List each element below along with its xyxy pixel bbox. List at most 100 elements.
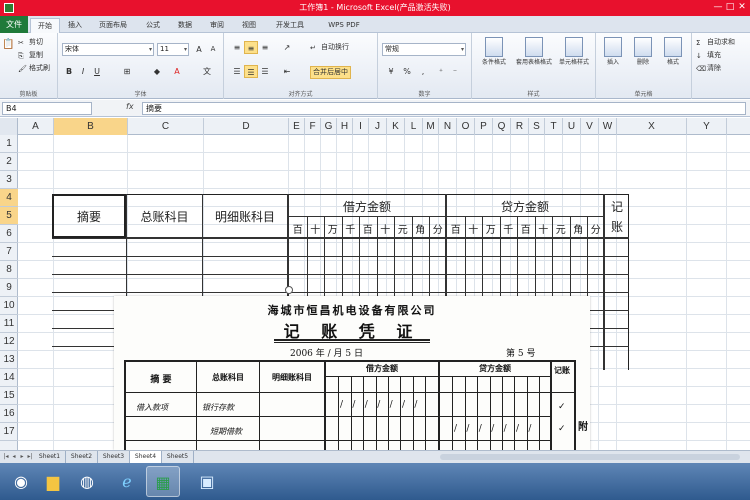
row-header-12[interactable]: 12: [0, 333, 18, 351]
grow-font-icon[interactable]: A: [192, 43, 206, 56]
name-box[interactable]: B4: [2, 102, 92, 115]
sheet-tab[interactable]: Sheet3: [98, 451, 130, 463]
border-icon[interactable]: ⊞: [120, 65, 134, 78]
decrease-decimal-icon[interactable]: ⁻: [448, 65, 462, 78]
minimize-button[interactable]: —: [712, 2, 724, 13]
row-header-17[interactable]: 17: [0, 423, 18, 441]
formula-input[interactable]: 摘要: [142, 102, 746, 115]
column-header-o[interactable]: O: [457, 118, 475, 135]
comma-icon[interactable]: ,: [416, 65, 430, 78]
cell-styles-button[interactable]: 单元格样式: [556, 37, 592, 85]
wrap-text-button[interactable]: ↵ 自动换行: [310, 42, 349, 53]
sheet-tab[interactable]: Sheet5: [162, 451, 194, 463]
row-header-10[interactable]: 10: [0, 297, 18, 315]
indent-icon[interactable]: ⇤: [280, 65, 294, 78]
column-header-g[interactable]: G: [321, 118, 337, 135]
tab-insert[interactable]: 插入: [62, 18, 88, 33]
row-header-9[interactable]: 9: [0, 279, 18, 297]
format-as-table-button[interactable]: 套用表格格式: [516, 37, 552, 85]
italic-icon[interactable]: I: [76, 65, 90, 78]
row-header-5[interactable]: 5: [0, 207, 18, 225]
delete-cells-button[interactable]: 删除: [628, 37, 658, 85]
row-header-2[interactable]: 2: [0, 153, 18, 171]
next-sheet-icon[interactable]: ▸: [18, 452, 26, 462]
clear-button[interactable]: ⌫清除: [696, 63, 721, 74]
column-header-s[interactable]: S: [529, 118, 545, 135]
row-header-6[interactable]: 6: [0, 225, 18, 243]
tab-data[interactable]: 数据: [172, 18, 198, 33]
fill-color-icon[interactable]: ◆: [150, 65, 164, 78]
select-all-corner[interactable]: [0, 118, 18, 135]
chrome-icon[interactable]: ◍: [70, 466, 104, 497]
align-top-icon[interactable]: ≡: [230, 41, 244, 54]
format-cells-button[interactable]: 格式: [658, 37, 688, 85]
insert-cells-button[interactable]: 插入: [598, 37, 628, 85]
prev-sheet-icon[interactable]: ◂: [10, 452, 18, 462]
merge-center-button[interactable]: 合并后居中: [310, 66, 351, 79]
align-right-icon[interactable]: ☰: [258, 65, 272, 78]
column-header-n[interactable]: N: [439, 118, 457, 135]
column-header-b[interactable]: B: [54, 118, 128, 135]
copy-button[interactable]: ⎘ 复制: [18, 50, 43, 61]
column-header-p[interactable]: P: [475, 118, 493, 135]
tab-review[interactable]: 审阅: [204, 18, 230, 33]
voucher-image[interactable]: 海城市恒昌机电设备有限公司 记 账 凭 证 2006 年 / 月 5 日 第 5…: [114, 296, 590, 450]
column-header-k[interactable]: K: [387, 118, 405, 135]
column-header-a[interactable]: A: [18, 118, 54, 135]
file-tab[interactable]: 文件: [0, 16, 28, 33]
fill-button[interactable]: ↓ 填充: [696, 50, 721, 61]
column-header-w[interactable]: W: [599, 118, 617, 135]
row-header-16[interactable]: 16: [0, 405, 18, 423]
autosum-button[interactable]: Σ 自动求和: [696, 37, 735, 48]
column-header-x[interactable]: X: [617, 118, 687, 135]
column-header-d[interactable]: D: [204, 118, 289, 135]
format-painter-button[interactable]: 🖌 格式刷: [18, 63, 50, 74]
row-header-1[interactable]: 1: [0, 135, 18, 153]
column-header-i[interactable]: I: [353, 118, 369, 135]
column-header-u[interactable]: U: [563, 118, 581, 135]
tab-formulas[interactable]: 公式: [140, 18, 166, 33]
column-header-y[interactable]: Y: [687, 118, 727, 135]
column-header-e[interactable]: E: [289, 118, 305, 135]
increase-decimal-icon[interactable]: ⁺: [434, 65, 448, 78]
maximize-button[interactable]: □: [724, 2, 736, 13]
column-header-v[interactable]: V: [581, 118, 599, 135]
wps-icon[interactable]: ▣: [190, 466, 224, 497]
tab-home[interactable]: 开始: [30, 18, 60, 33]
tab-view[interactable]: 视图: [236, 18, 262, 33]
align-middle-icon[interactable]: ≡: [244, 41, 258, 54]
file-explorer-icon[interactable]: ▆: [36, 466, 70, 497]
phonetic-icon[interactable]: 文: [200, 65, 214, 78]
ie-icon[interactable]: ℯ: [110, 466, 144, 497]
align-bottom-icon[interactable]: ≡: [258, 41, 272, 54]
image-resize-handle[interactable]: [285, 286, 293, 294]
column-header-l[interactable]: L: [405, 118, 423, 135]
row-header-8[interactable]: 8: [0, 261, 18, 279]
close-button[interactable]: ✕: [736, 2, 748, 13]
fx-icon[interactable]: fx: [126, 102, 134, 111]
row-header-4[interactable]: 4: [0, 189, 18, 207]
column-header-r[interactable]: R: [511, 118, 529, 135]
font-color-icon[interactable]: A: [170, 65, 184, 78]
align-center-icon[interactable]: ☰: [244, 65, 258, 78]
first-sheet-icon[interactable]: |◂: [2, 452, 10, 462]
row-header-13[interactable]: 13: [0, 351, 18, 369]
column-header-m[interactable]: M: [423, 118, 439, 135]
column-header-h[interactable]: H: [337, 118, 353, 135]
row-header-15[interactable]: 15: [0, 387, 18, 405]
column-header-j[interactable]: J: [369, 118, 387, 135]
font-size-dropdown[interactable]: 11 ▾: [157, 43, 189, 56]
column-header-c[interactable]: C: [128, 118, 204, 135]
tab-developer[interactable]: 开发工具: [270, 18, 310, 33]
column-header-q[interactable]: Q: [493, 118, 511, 135]
last-sheet-icon[interactable]: ▸|: [26, 452, 34, 462]
start-orb-icon[interactable]: ◉: [4, 466, 38, 497]
row-header-14[interactable]: 14: [0, 369, 18, 387]
percent-icon[interactable]: %: [400, 65, 414, 78]
sheet-tab-active[interactable]: Sheet4: [130, 451, 162, 463]
row-header-3[interactable]: 3: [0, 171, 18, 189]
horizontal-scrollbar[interactable]: [440, 454, 740, 460]
paste-icon[interactable]: 📋: [2, 39, 14, 50]
underline-icon[interactable]: U: [90, 65, 104, 78]
excel-icon[interactable]: ▦: [146, 466, 180, 497]
